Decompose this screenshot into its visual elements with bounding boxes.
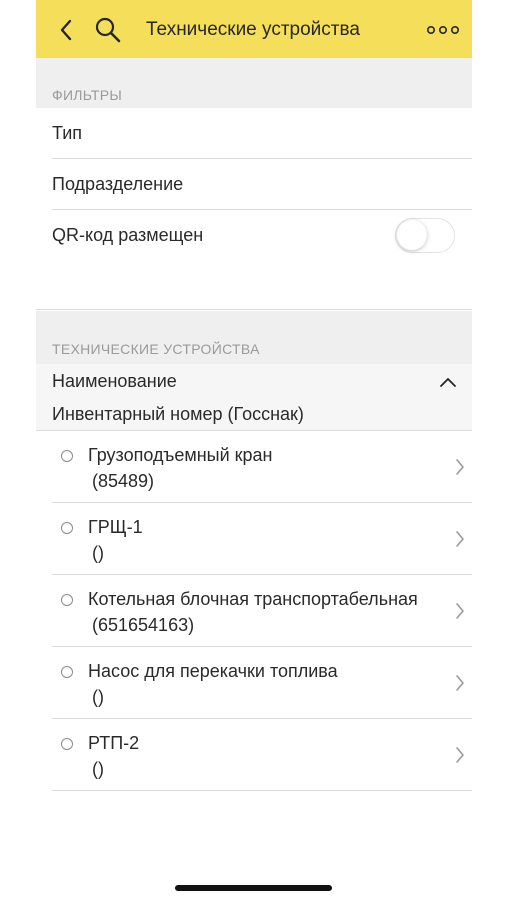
top-bar: Технические устройства [36, 0, 472, 58]
toggle-knob [397, 220, 427, 250]
filters-section-label: ФИЛЬТРЫ [52, 87, 123, 103]
list-item[interactable]: Грузоподъемный кран (85489) [36, 431, 472, 503]
item-inventory: () [92, 687, 104, 707]
item-inventory: () [92, 759, 104, 779]
filter-qr-placed-label: QR-код размещен [52, 225, 204, 245]
radio-circle-icon[interactable] [61, 450, 73, 462]
search-button[interactable] [94, 16, 122, 44]
item-name: Котельная блочная транспортабельная [88, 589, 418, 609]
section-spacer [36, 260, 472, 310]
qr-placed-toggle[interactable] [395, 218, 455, 253]
devices-section-header: ТЕХНИЧЕСКИЕ УСТРОЙСТВА [36, 311, 472, 364]
filters-section-header: ФИЛЬТРЫ [36, 58, 472, 108]
devices-section-label: ТЕХНИЧЕСКИЕ УСТРОЙСТВА [52, 341, 260, 357]
chevron-right-icon [456, 675, 464, 691]
chevron-right-icon [456, 459, 464, 475]
list-item[interactable]: ГРЩ-1 () [36, 503, 472, 575]
back-button[interactable] [56, 17, 78, 43]
item-name: Насос для перекачки топлива [88, 661, 338, 681]
filter-type[interactable]: Тип [52, 108, 472, 159]
chevron-right-icon [456, 603, 464, 619]
chevron-right-icon [456, 531, 464, 547]
home-indicator[interactable] [175, 885, 332, 891]
chevron-right-icon [456, 747, 464, 763]
filter-department-label: Подразделение [52, 174, 184, 194]
more-horizontal-icon [426, 26, 459, 35]
item-name: РТП-2 [88, 733, 140, 753]
collapse-button[interactable] [436, 372, 460, 392]
filter-department[interactable]: Подразделение [52, 159, 472, 210]
sort-field-name[interactable]: Наименование [52, 371, 177, 392]
list-item[interactable]: Насос для перекачки топлива () [36, 647, 472, 719]
sort-field-inventory: Инвентарный номер (Госснак) [52, 404, 304, 424]
chevron-up-icon [440, 378, 456, 387]
filter-qr-placed: QR-код размещен [52, 210, 472, 261]
item-name: Грузоподъемный кран [88, 445, 273, 465]
radio-circle-icon[interactable] [61, 666, 73, 678]
radio-circle-icon[interactable] [61, 738, 73, 750]
devices-list: Грузоподъемный кран (85489) ГРЩ-1 () Кот… [36, 431, 472, 791]
more-button[interactable] [426, 20, 460, 40]
item-inventory: () [92, 543, 104, 563]
page-title: Технические устройства [146, 19, 360, 40]
list-item[interactable]: РТП-2 () [36, 719, 472, 791]
chevron-left-icon [60, 19, 72, 41]
app-screen: Технические устройства ФИЛЬТРЫ Тип Подра… [36, 0, 472, 900]
search-icon [95, 17, 121, 43]
item-name: ГРЩ-1 [88, 517, 143, 537]
sort-panel: Наименование Инвентарный номер (Госснак) [36, 364, 472, 431]
list-item[interactable]: Котельная блочная транспортабельная (651… [36, 575, 472, 647]
filter-type-label: Тип [52, 123, 83, 143]
radio-circle-icon[interactable] [61, 522, 73, 534]
item-inventory: (85489) [92, 471, 155, 491]
radio-circle-icon[interactable] [61, 594, 73, 606]
item-inventory: (651654163) [92, 615, 195, 635]
